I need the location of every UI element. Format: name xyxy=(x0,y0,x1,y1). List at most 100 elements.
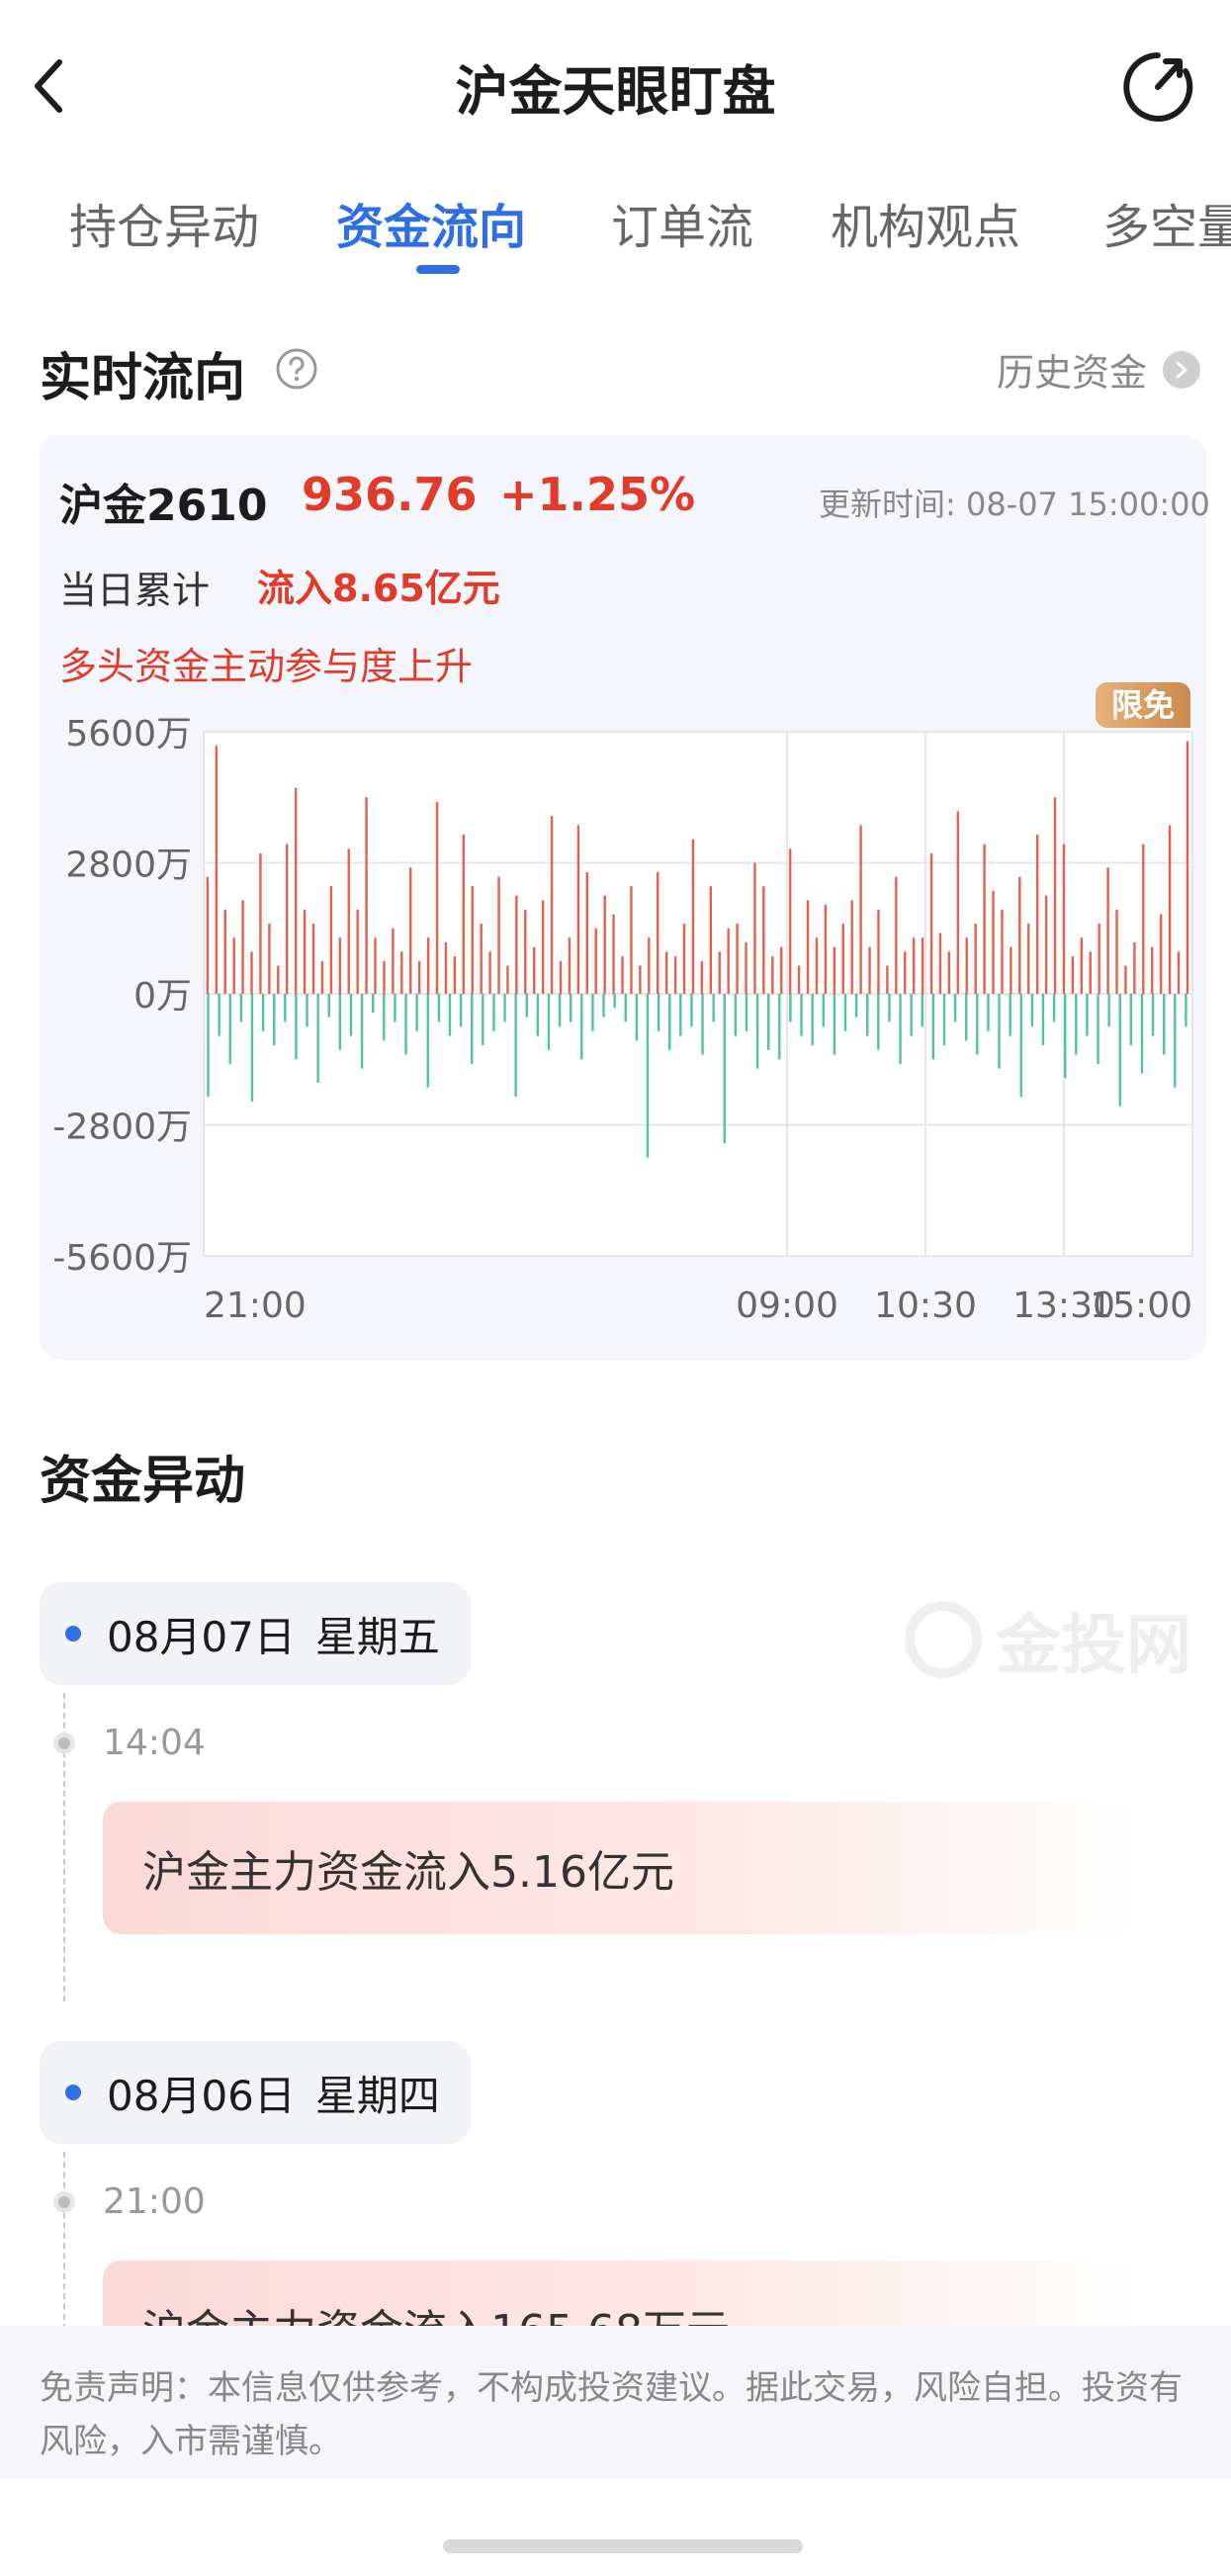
outflow-bar xyxy=(646,994,650,1158)
contract-price: 936.76 xyxy=(302,468,478,521)
outflow-bar xyxy=(767,994,770,1050)
inflow-bar xyxy=(630,886,633,994)
outflow-bar xyxy=(613,994,616,1009)
outflow-bar xyxy=(360,994,364,1069)
page-title: 沪金天眼盯盘 xyxy=(455,60,776,123)
outflow-bar xyxy=(404,994,407,1055)
outflow-bar xyxy=(635,994,639,1041)
event-date: 08月07日 xyxy=(107,1612,296,1661)
inflow-bar xyxy=(1035,835,1039,994)
y-tick-label: 5600万 xyxy=(65,714,192,755)
inflow-bar xyxy=(718,951,721,994)
event-date-header: 08月06日 星期四 xyxy=(40,2041,471,2144)
logo-swirl-icon xyxy=(905,1601,982,1678)
outflow-bar xyxy=(657,994,660,1031)
tab-long-short[interactable]: 多空量 xyxy=(1102,188,1231,257)
outflow-bar xyxy=(723,994,726,1144)
tab-institution-views[interactable]: 机构观点 xyxy=(831,188,1020,257)
inflow-bar xyxy=(727,928,730,994)
outflow-bar xyxy=(448,994,452,1036)
help-icon[interactable] xyxy=(275,347,318,391)
outflow-bar xyxy=(755,994,759,1069)
outflow-bar xyxy=(482,994,484,1046)
inflow-bar xyxy=(417,960,421,994)
outflow-bar xyxy=(789,994,792,1022)
outflow-bar xyxy=(624,994,627,1022)
inflow-bar xyxy=(886,965,889,994)
inflow-bar xyxy=(338,937,342,994)
outflow-bar xyxy=(525,994,528,1018)
outflow-bar xyxy=(953,994,957,1022)
capital-events-title: 资金异动 xyxy=(40,1452,246,1511)
inflow-bar xyxy=(736,924,739,994)
inflow-bar xyxy=(859,825,862,994)
outflow-bar xyxy=(316,994,319,1083)
inflow-bar xyxy=(462,835,466,994)
inflow-bar xyxy=(524,909,527,994)
inflow-bar xyxy=(621,956,624,994)
outflow-bar xyxy=(570,994,572,1022)
outflow-bar xyxy=(1140,994,1144,1074)
outflow-bar xyxy=(1009,994,1011,1036)
y-tick-label: -2800万 xyxy=(52,1108,192,1148)
inflow-bar xyxy=(895,876,898,994)
inflow-bar xyxy=(1115,909,1118,994)
outflow-bar xyxy=(558,994,562,1027)
outflow-bar xyxy=(778,994,781,1060)
outflow-bar xyxy=(1174,994,1177,1088)
outflow-bar xyxy=(1107,994,1110,1027)
outflow-bar xyxy=(987,994,990,1031)
outflow-bar xyxy=(514,994,517,1098)
inflow-bar xyxy=(806,900,810,994)
event-date-header: 08月07日 星期五 xyxy=(40,1582,471,1685)
price-change: +1.25% xyxy=(499,468,696,521)
outflow-bar xyxy=(1151,994,1155,1036)
outflow-bar xyxy=(679,994,682,1036)
inflow-bar xyxy=(383,960,386,994)
outflow-bar xyxy=(273,994,276,1046)
inflow-bar xyxy=(1053,797,1057,994)
tab-position-change[interactable]: 持仓异动 xyxy=(69,188,259,257)
inflow-bar xyxy=(1001,909,1004,994)
tab-order-flow[interactable]: 订单流 xyxy=(611,188,753,257)
outflow-bar xyxy=(349,994,353,1036)
outflow-bar xyxy=(591,994,594,1031)
inflow-bar xyxy=(268,924,271,994)
update-time: 更新时间: 08-07 15:00:00 xyxy=(819,486,1210,523)
timeline-line xyxy=(63,2152,65,2330)
outflow-bar xyxy=(218,994,220,1036)
event-card[interactable]: 沪金主力资金流入5.16亿元 xyxy=(103,1802,1137,1934)
inflow-bar xyxy=(648,937,651,994)
inflow-bar xyxy=(311,924,315,994)
inflow-bar xyxy=(232,937,235,994)
inflow-bar xyxy=(294,787,298,994)
outflow-bar xyxy=(207,994,210,1098)
x-tick-label: 09:00 xyxy=(736,1286,838,1325)
daily-cumulative-label: 当日累计 xyxy=(59,569,211,612)
refresh-button[interactable] xyxy=(1120,49,1195,125)
inflow-bar xyxy=(833,946,836,994)
inflow-bar xyxy=(206,876,210,994)
watermark-text: 金投网 xyxy=(996,1607,1191,1683)
inflow-bar xyxy=(921,937,924,994)
refresh-icon xyxy=(1123,52,1193,122)
inflow-bar xyxy=(241,900,244,994)
outflow-bar xyxy=(1041,994,1045,1046)
inflow-bar xyxy=(392,928,395,994)
inflow-bar xyxy=(1098,924,1100,994)
outflow-bar xyxy=(503,994,506,1022)
timeline-dot-icon xyxy=(53,2191,75,2213)
inflow-bar xyxy=(374,937,377,994)
inflow-bar xyxy=(868,946,871,994)
nav-header: 沪金天眼盯盘 xyxy=(0,0,1231,173)
inflow-bar xyxy=(329,886,333,994)
event-weekday: 星期四 xyxy=(314,2071,440,2120)
inflow-bar xyxy=(550,816,554,994)
inflow-bar xyxy=(691,839,695,994)
outflow-bar xyxy=(250,994,254,1102)
history-capital-label: 历史资金 xyxy=(997,351,1148,395)
outflow-bar xyxy=(745,994,748,1031)
inflow-bar xyxy=(409,867,412,994)
tab-capital-flow[interactable]: 资金流向 xyxy=(336,188,526,257)
history-capital-link[interactable]: 历史资金 xyxy=(997,342,1201,397)
